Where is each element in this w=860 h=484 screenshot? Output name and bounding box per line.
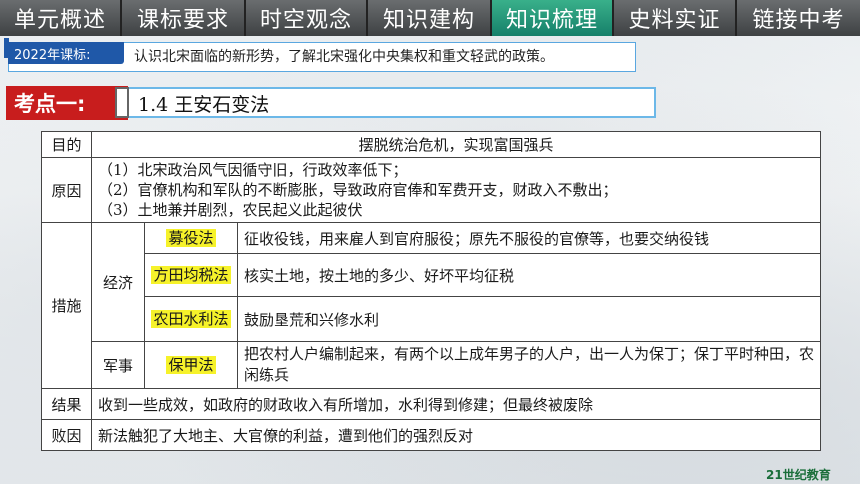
table-row-failure: 败因 新法触犯了大地主、大官僚的利益，遭到他们的强烈反对 [41,419,821,451]
nav-tab-exam-link[interactable]: 链接中考 [737,0,860,36]
measure-name: 方田均税法 [144,253,238,297]
purpose-head: 目的 [41,131,92,158]
reform-table: 目的 摆脱统治危机，实现富国强兵 原因 （1）北宋政治风气因循守旧，行政效率低下… [41,131,821,451]
measure-name: 农田水利法 [144,296,238,342]
measure-name-highlight: 方田均税法 [151,265,231,284]
table-row-measure: 措施 经济 募役法 征收役钱，用来雇人到官府服役；原先不服役的官僚等，也要交纳役… [41,222,821,389]
result-text: 收到一些成效，如政府的财政收入有所增加，水利得到修建；但最终被废除 [91,388,821,420]
reason-head: 原因 [41,157,92,223]
purpose-text: 摆脱统治危机，实现富国强兵 [91,131,821,158]
measure-name-highlight: 农田水利法 [151,309,231,328]
failure-head: 败因 [41,419,92,451]
nav-tab-knowledge-build[interactable]: 知识建构 [368,0,492,36]
exam-point-label: 考点一: [6,86,128,120]
nav-tab-knowledge-sort[interactable]: 知识梳理 [492,0,614,36]
measure-desc: 征收役钱，用来雇人到官府服役；原先不服役的官僚等，也要交纳役钱 [237,222,821,254]
measures-head: 措施 [41,222,92,389]
failure-text: 新法触犯了大地主、大官僚的利益，遭到他们的强烈反对 [91,419,821,451]
nav-tab-unit-overview[interactable]: 单元概述 [0,0,122,36]
measure-desc: 鼓励垦荒和兴修水利 [237,296,821,342]
table-row-purpose: 目的 摆脱统治危机，实现富国强兵 [41,131,821,158]
measure-name-highlight: 保甲法 [166,355,216,374]
reason-line: （1）北宋政治风气因循守旧，行政效率低下； [98,161,408,179]
standard-label: 2022年课标: [8,42,124,64]
reason-line: （3）土地兼并剧烈，农民起义此起彼伏 [98,201,363,219]
reason-cell: （1）北宋政治风气因循守旧，行政效率低下； （2）官僚机构和军队的不断膨胀，导致… [91,157,821,223]
exam-point-notch [115,87,129,118]
top-nav: 单元概述 课标要求 时空观念 知识建构 知识梳理 史料实证 链接中考 [0,0,860,36]
exam-point-title: 1.4 王安石变法 [138,94,270,116]
table-row-measure: 农田水利法 鼓励垦荒和兴修水利 [42,296,821,342]
standard-text: 认识北宋面临的新形势，了解北宋强化中央集权和重文轻武的政策。 [134,49,554,65]
nav-tab-time-space[interactable]: 时空观念 [246,0,368,36]
table-row-reason: 原因 （1）北宋政治风气因循守旧，行政效率低下； （2）官僚机构和军队的不断膨胀… [41,157,821,223]
site-logo: 21世纪教育 [766,468,831,482]
economy-head: 经济 [91,222,145,342]
table-row-measure: 方田均税法 核实土地，按土地的多少、好坏平均征税 [42,253,821,297]
table-row-result: 结果 收到一些成效，如政府的财政收入有所增加，水利得到修建；但最终被废除 [41,388,821,420]
military-head: 军事 [91,341,145,389]
measure-name: 保甲法 [144,341,238,389]
measure-desc: 核实土地，按土地的多少、好坏平均征税 [237,253,821,297]
nav-tab-evidence[interactable]: 史料实证 [614,0,737,36]
measure-name-highlight: 募役法 [166,228,216,247]
measure-desc: 把农村人户编制起来，有两个以上成年男子的人户，出一人为保丁；保丁平时种田，农闲练… [237,341,821,389]
reason-line: （2）官僚机构和军队的不断膨胀，导致政府官俸和军费开支，财政入不敷出； [98,181,618,199]
nav-tab-curriculum[interactable]: 课标要求 [122,0,246,36]
table-row-measure: 军事 保甲法 把农村人户编制起来，有两个以上成年男子的人户，出一人为保丁；保丁平… [42,341,821,389]
measure-name: 募役法 [144,222,238,254]
result-head: 结果 [41,388,92,420]
